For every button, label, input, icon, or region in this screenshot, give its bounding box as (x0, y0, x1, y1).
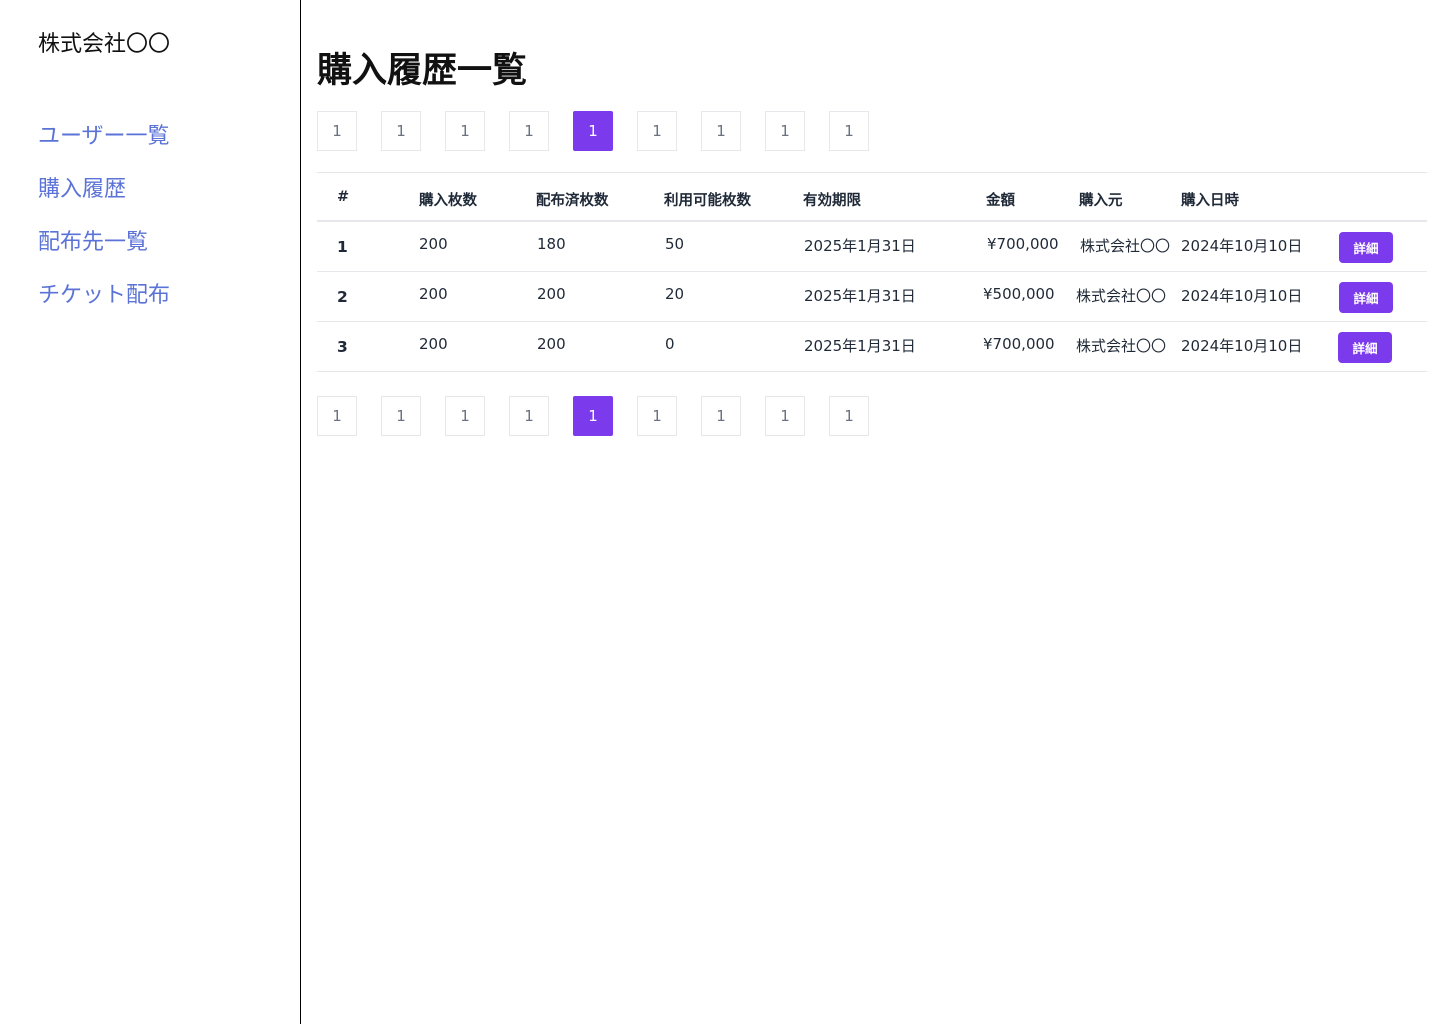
amount: ¥500,000 (983, 285, 1055, 303)
available-count: 50 (665, 235, 685, 253)
purchase-date: 2024年10月10日 (1181, 237, 1303, 255)
sidebar-item-recipients[interactable]: 配布先一覧 (38, 227, 170, 280)
page-button[interactable]: 1 (381, 111, 421, 151)
app-root: 株式会社〇〇 ユーザー一覧 購入履歴 配布先一覧 チケット配布 購入履歴一覧 1… (0, 0, 1440, 1024)
detail-button[interactable]: 詳細 (1339, 282, 1393, 313)
expiry-date: 2025年1月31日 (804, 337, 916, 355)
table-row: 3 200 200 0 2025年1月31日 ¥700,000 株式会社〇〇 2… (317, 322, 1427, 372)
sidebar-item-users[interactable]: ユーザー一覧 (38, 121, 170, 174)
expiry-date: 2025年1月31日 (804, 287, 916, 305)
available-count: 20 (665, 285, 685, 303)
page-button[interactable]: 1 (701, 396, 741, 436)
company-name: 株式会社〇〇 (38, 32, 171, 57)
purchase-date: 2024年10月10日 (1181, 337, 1303, 355)
expiry-date: 2025年1月31日 (804, 237, 916, 255)
purchased-count: 200 (419, 335, 448, 353)
sidebar-nav: ユーザー一覧 購入履歴 配布先一覧 チケット配布 (38, 121, 170, 333)
column-header-distributed: 配布済枚数 (536, 193, 609, 209)
page-button[interactable]: 1 (509, 396, 549, 436)
column-header-expiry: 有効期限 (803, 193, 861, 209)
detail-button[interactable]: 詳細 (1338, 332, 1392, 363)
column-header-amount: 金額 (986, 193, 1015, 209)
page-button[interactable]: 1 (317, 111, 357, 151)
column-header-date: 購入日時 (1181, 193, 1239, 209)
sidebar: 株式会社〇〇 ユーザー一覧 購入履歴 配布先一覧 チケット配布 (0, 0, 301, 1024)
detail-button[interactable]: 詳細 (1339, 232, 1393, 263)
purchased-count: 200 (419, 285, 448, 303)
page-button[interactable]: 1 (509, 111, 549, 151)
page-button[interactable]: 1 (573, 111, 613, 151)
page-button[interactable]: 1 (765, 396, 805, 436)
page-title: 購入履歴一覧 (317, 51, 528, 91)
table-row: 1 200 180 50 2025年1月31日 ¥700,000 株式会社〇〇 … (317, 222, 1427, 272)
column-header-index: # (337, 189, 350, 205)
amount: ¥700,000 (983, 335, 1055, 353)
purchased-count: 200 (419, 235, 448, 253)
row-index: 1 (337, 238, 348, 256)
page-button[interactable]: 1 (445, 396, 485, 436)
page-button[interactable]: 1 (381, 396, 421, 436)
page-button[interactable]: 1 (637, 396, 677, 436)
column-header-purchased: 購入枚数 (419, 193, 477, 209)
page-button[interactable]: 1 (317, 396, 357, 436)
amount: ¥700,000 (987, 235, 1059, 253)
table-row: 2 200 200 20 2025年1月31日 ¥500,000 株式会社〇〇 … (317, 272, 1427, 322)
page-button[interactable]: 1 (829, 111, 869, 151)
column-header-available: 利用可能枚数 (664, 193, 751, 209)
row-index: 2 (337, 288, 348, 306)
distributed-count: 200 (537, 335, 566, 353)
page-button[interactable]: 1 (765, 111, 805, 151)
page-button[interactable]: 1 (829, 396, 869, 436)
pagination-top: 1 1 1 1 1 1 1 1 1 (317, 111, 893, 151)
page-button[interactable]: 1 (573, 396, 613, 436)
purchase-source: 株式会社〇〇 (1076, 287, 1167, 305)
purchase-history-table: # 購入枚数 配布済枚数 利用可能枚数 有効期限 金額 購入元 購入日時 1 2… (317, 172, 1427, 372)
sidebar-item-purchase-history[interactable]: 購入履歴 (38, 174, 170, 227)
purchase-date: 2024年10月10日 (1181, 287, 1303, 305)
page-button[interactable]: 1 (445, 111, 485, 151)
row-index: 3 (337, 338, 348, 356)
purchase-source: 株式会社〇〇 (1080, 237, 1171, 255)
available-count: 0 (665, 335, 675, 353)
purchase-source: 株式会社〇〇 (1076, 337, 1167, 355)
table-header: # 購入枚数 配布済枚数 利用可能枚数 有効期限 金額 購入元 購入日時 (317, 172, 1427, 222)
distributed-count: 200 (537, 285, 566, 303)
page-button[interactable]: 1 (637, 111, 677, 151)
pagination-bottom: 1 1 1 1 1 1 1 1 1 (317, 396, 893, 436)
distributed-count: 180 (537, 235, 566, 253)
page-button[interactable]: 1 (701, 111, 741, 151)
column-header-source: 購入元 (1079, 193, 1123, 209)
sidebar-item-ticket-distribution[interactable]: チケット配布 (38, 280, 170, 333)
